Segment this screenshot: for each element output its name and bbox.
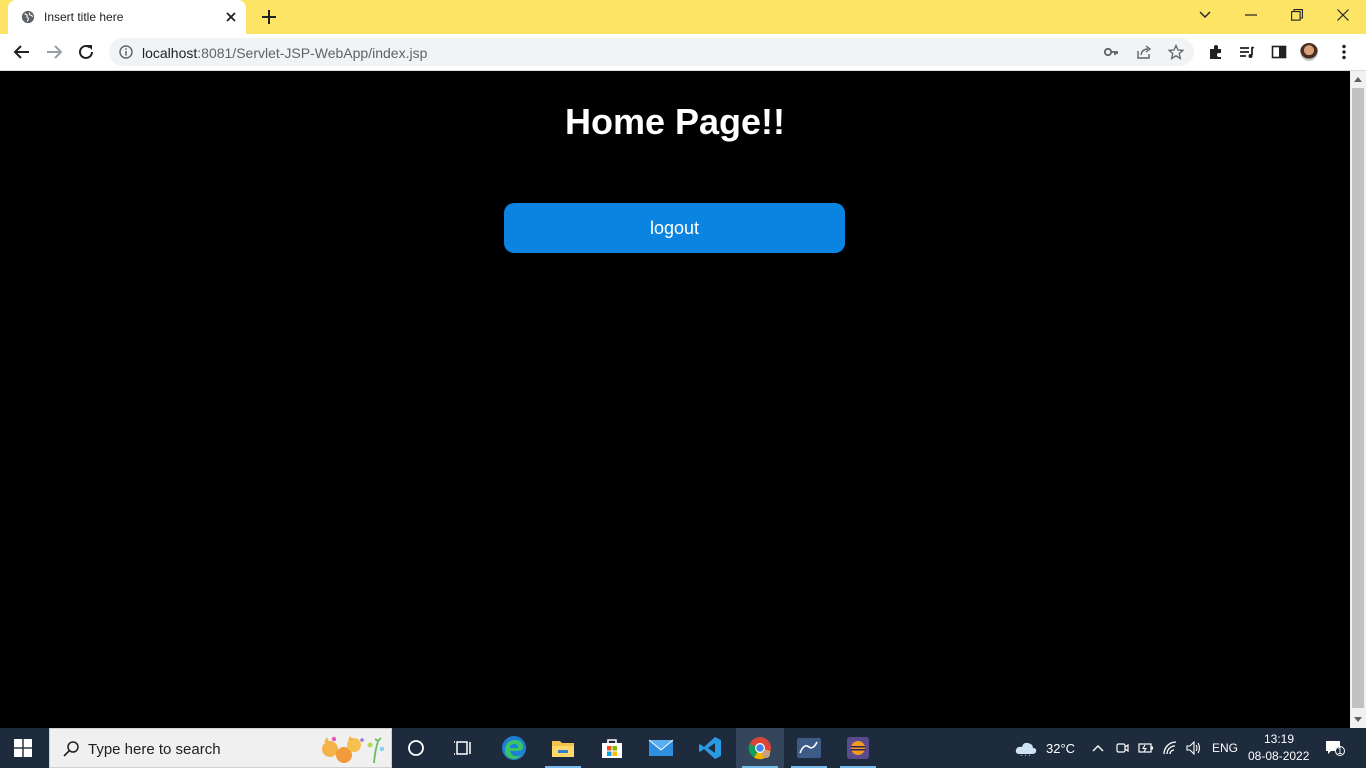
cortana-button[interactable] (392, 728, 440, 768)
url-host: localhost (142, 45, 198, 61)
speaker-icon (1186, 741, 1201, 755)
restore-button[interactable] (1286, 6, 1308, 24)
restore-icon (1291, 9, 1303, 21)
mail-icon (648, 739, 674, 756)
search-highlight-illustration (322, 736, 385, 764)
url-path: :8081/Servlet-JSP-WebApp/index.jsp (197, 45, 428, 61)
minimize-icon (1245, 14, 1257, 16)
arrow-right-icon (47, 45, 63, 59)
forward-button[interactable] (44, 42, 64, 62)
close-icon (1337, 9, 1349, 21)
file-explorer-taskbar-app[interactable] (539, 728, 587, 768)
side-panel-button[interactable] (1270, 43, 1288, 61)
side-panel-icon (1271, 45, 1287, 59)
clock-date[interactable]: 08-08-2022 (1248, 749, 1309, 763)
browser-title-bar: Insert title here (0, 0, 1366, 34)
mail-taskbar-app[interactable] (637, 728, 685, 768)
taskbar-search-box[interactable]: Type here to search (49, 728, 392, 768)
media-controls-button[interactable] (1238, 43, 1256, 61)
search-icon (63, 741, 79, 757)
tab-title: Insert title here (44, 10, 124, 24)
edge-taskbar-app[interactable] (490, 728, 538, 768)
file-explorer-icon (552, 741, 574, 757)
task-view-button[interactable] (440, 728, 488, 768)
scroll-up-arrow-icon[interactable] (1354, 77, 1362, 82)
globe-icon (21, 10, 35, 24)
info-icon[interactable] (119, 45, 133, 59)
close-window-button[interactable] (1332, 6, 1354, 24)
chevron-down-icon (1199, 11, 1211, 18)
cortana-icon (408, 740, 424, 756)
new-tab-icon[interactable] (260, 8, 278, 26)
chrome-taskbar-app[interactable] (736, 728, 784, 768)
puzzle-icon (1210, 45, 1221, 59)
network-button[interactable] (1162, 740, 1178, 756)
task-view-icon (454, 741, 471, 755)
chevron-up-icon (1092, 745, 1104, 752)
vertical-scrollbar[interactable] (1350, 71, 1366, 728)
profile-avatar[interactable] (1300, 43, 1318, 61)
scroll-thumb[interactable] (1352, 88, 1364, 708)
microsoft-store-icon (602, 739, 622, 758)
weather-cloud-icon[interactable] (1014, 740, 1038, 756)
windows-taskbar: Type here to search 32°C ENG 13:19 08-08… (0, 728, 1366, 768)
share-icon[interactable] (1136, 44, 1152, 60)
key-icon[interactable] (1103, 44, 1119, 60)
browser-tab[interactable]: Insert title here (8, 0, 246, 34)
meet-now-button[interactable] (1114, 740, 1130, 756)
scroll-down-arrow-icon[interactable] (1354, 717, 1362, 722)
mysql-workbench-taskbar-app[interactable] (785, 728, 833, 768)
vscode-taskbar-app[interactable] (686, 728, 734, 768)
search-placeholder: Type here to search (88, 741, 221, 758)
edge-icon (502, 736, 526, 760)
browser-toolbar: localhost:8081/Servlet-JSP-WebApp/index.… (0, 34, 1366, 71)
minimize-button[interactable] (1240, 6, 1262, 24)
page-heading: Home Page!! (564, 101, 786, 142)
battery-charging-icon (1138, 743, 1153, 753)
eclipse-taskbar-app[interactable] (834, 728, 882, 768)
battery-button[interactable] (1138, 740, 1154, 756)
menu-button[interactable] (1335, 43, 1353, 61)
reload-button[interactable] (76, 42, 96, 62)
url-text[interactable]: localhost:8081/Servlet-JSP-WebApp/index.… (142, 45, 427, 61)
weather-temperature[interactable]: 32°C (1046, 741, 1075, 756)
clock-time[interactable]: 13:19 (1264, 732, 1294, 746)
windows-start-icon[interactable] (14, 739, 32, 757)
input-language[interactable]: ENG (1212, 741, 1238, 755)
store-taskbar-app[interactable] (588, 728, 636, 768)
reload-icon (79, 44, 93, 59)
wifi-icon (1163, 741, 1177, 755)
arrow-left-icon (13, 45, 29, 59)
playlist-icon (1240, 46, 1255, 58)
extensions-button[interactable] (1207, 43, 1225, 61)
volume-button[interactable] (1186, 740, 1202, 756)
address-bar[interactable]: localhost:8081/Servlet-JSP-WebApp/index.… (109, 38, 1194, 66)
more-vertical-icon (1342, 44, 1346, 60)
chrome-icon (748, 737, 771, 760)
back-button[interactable] (12, 42, 32, 62)
close-tab-icon[interactable] (224, 10, 238, 24)
meet-now-icon (1116, 743, 1129, 753)
tab-search-button[interactable] (1194, 6, 1216, 24)
vscode-icon (699, 737, 721, 759)
show-hidden-icons-button[interactable] (1090, 740, 1106, 756)
page-viewport: Home Page!! logout (0, 71, 1350, 728)
eclipse-icon (847, 737, 869, 759)
notification-count-badge: 1 (1337, 746, 1343, 757)
mysql-workbench-icon (797, 738, 821, 758)
logout-button[interactable]: logout (504, 203, 845, 253)
star-icon[interactable] (1168, 44, 1184, 60)
